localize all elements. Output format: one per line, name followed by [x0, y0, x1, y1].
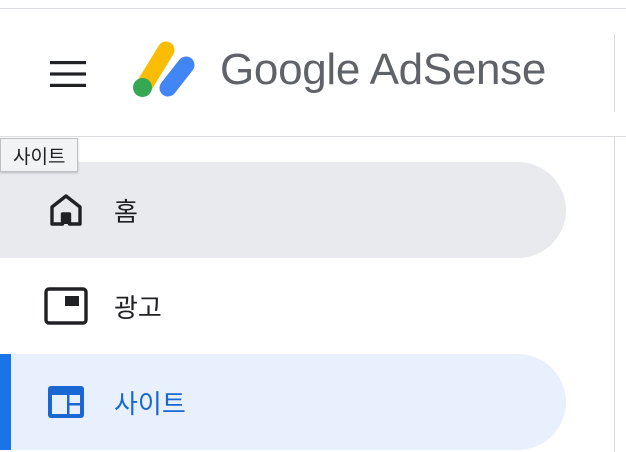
tooltip: 사이트 [0, 138, 79, 172]
adsense-logo[interactable]: Google AdSense [128, 38, 546, 102]
sites-icon [44, 382, 88, 422]
brand-name: Google AdSense [220, 45, 547, 94]
sidebar-vertical-divider [614, 137, 615, 452]
sidebar-item-ads[interactable]: 광고 [0, 258, 566, 354]
main-menu-button[interactable] [40, 50, 96, 98]
header-divider [0, 136, 626, 137]
hamburger-menu-icon [50, 61, 86, 87]
sidebar-item-sites[interactable]: 사이트 [0, 354, 566, 450]
sidebar-item-label: 광고 [114, 292, 162, 323]
ad-units-icon [44, 286, 88, 326]
top-divider [0, 8, 626, 9]
sidebar-item-home[interactable]: 홈 [0, 162, 566, 258]
header-vertical-divider [614, 34, 615, 112]
sidebar-item-label: 홈 [114, 196, 138, 227]
adsense-logo-icon [133, 41, 195, 97]
active-indicator [0, 354, 11, 450]
home-icon [44, 190, 88, 230]
sidebar-item-label: 사이트 [114, 388, 186, 419]
